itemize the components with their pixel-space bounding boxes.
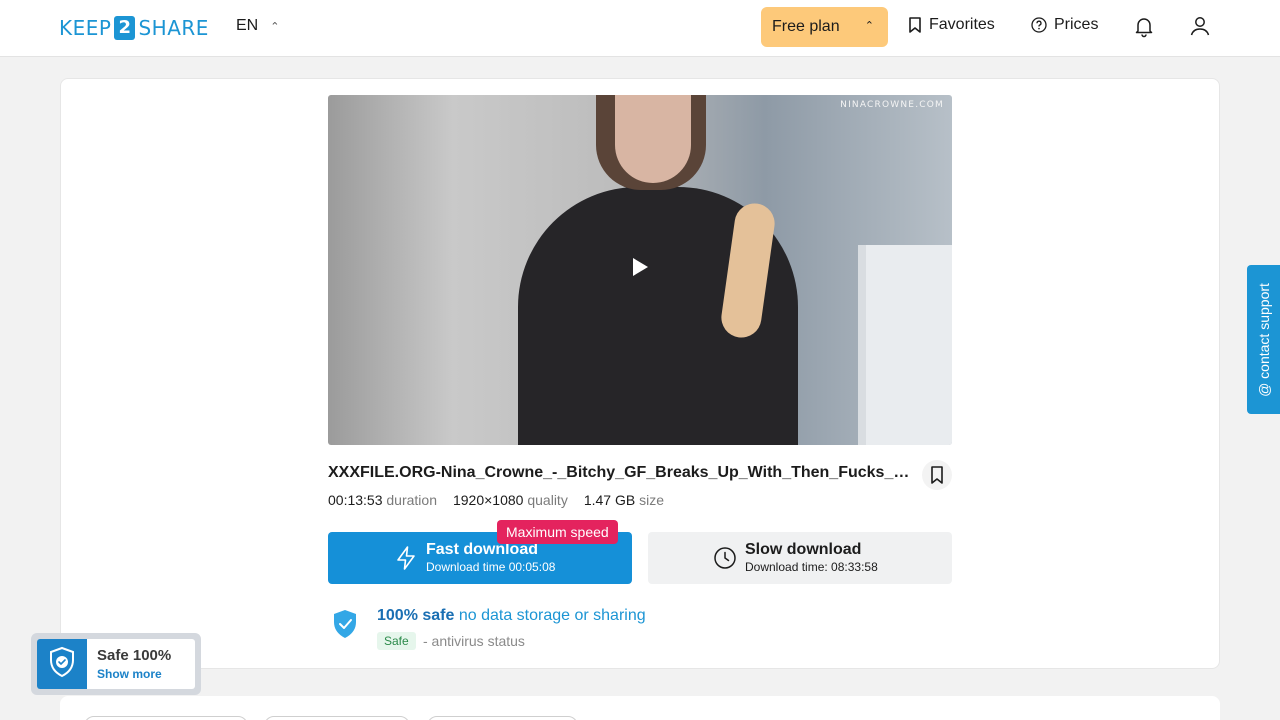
favorites-link[interactable]: Favorites <box>908 16 995 34</box>
add-to-favorites-button[interactable] <box>922 460 952 490</box>
logo-text-keep: KEEP <box>59 16 112 40</box>
contact-support-tab[interactable]: @ contact support <box>1247 265 1280 414</box>
logo-text-share: SHARE <box>138 16 209 40</box>
free-plan-button[interactable]: Free plan ⌃ <box>761 7 888 47</box>
tab-pill[interactable] <box>264 716 410 720</box>
safe-widget-icon-bg <box>37 639 87 689</box>
tab-pill[interactable] <box>84 716 248 720</box>
shield-check-icon <box>50 646 74 678</box>
chevron-up-icon: ⌃ <box>864 20 874 32</box>
user-icon[interactable] <box>1188 14 1212 38</box>
safety-rest: no data storage or sharing <box>454 607 646 624</box>
antivirus-status-badge: Safe <box>377 632 416 650</box>
play-icon[interactable] <box>633 258 648 276</box>
slow-download-button[interactable]: Slow download Download time: 08:33:58 <box>648 532 952 584</box>
safe-widget[interactable]: Safe 100% Show more <box>31 633 201 695</box>
file-meta: 00:13:53 duration 1920×1080 quality 1.47… <box>328 492 664 508</box>
slow-download-time: Download time: 08:33:58 <box>745 560 878 574</box>
safety-statement: 100% safe no data storage or sharing <box>377 607 646 625</box>
safety-strong: 100% safe <box>377 607 455 624</box>
fast-download-time: Download time 00:05:08 <box>426 560 556 574</box>
language-label: EN <box>236 17 259 34</box>
lightning-icon <box>397 546 415 570</box>
max-speed-badge: Maximum speed <box>497 520 618 544</box>
safe-widget-inner: Safe 100% Show more <box>37 639 195 689</box>
prices-label: Prices <box>1054 16 1099 33</box>
video-watermark: NINACROWNE.COM <box>840 100 944 110</box>
safe-widget-title: Safe 100% <box>97 647 172 664</box>
file-quality: 1920×1080 quality <box>452 492 568 508</box>
video-subject-face <box>615 95 691 183</box>
contact-support-label: @ contact support <box>1255 282 1272 397</box>
file-size: 1.47 GB size <box>583 492 664 508</box>
site-logo[interactable]: KEEP 2 SHARE <box>59 15 209 41</box>
file-duration: 00:13:53 duration <box>328 492 437 508</box>
language-selector[interactable]: EN ⌃ <box>236 17 279 35</box>
prices-link[interactable]: Prices <box>1031 16 1098 34</box>
antivirus-status-label: - antivirus status <box>423 633 525 649</box>
slow-download-title: Slow download <box>745 541 862 558</box>
favorites-label: Favorites <box>929 16 995 33</box>
top-header: KEEP 2 SHARE EN ⌃ Free plan ⌃ Favorites … <box>0 0 1280 57</box>
video-preview[interactable]: NINACROWNE.COM <box>328 95 952 445</box>
logo-text-2: 2 <box>114 16 136 40</box>
plan-label: Free plan <box>772 18 840 35</box>
shield-check-icon <box>334 610 356 638</box>
show-more-link[interactable]: Show more <box>97 667 162 681</box>
file-name: XXXFILE.ORG-Nina_Crowne_-_Bitchy_GF_Brea… <box>328 464 918 481</box>
bookmark-icon <box>909 17 921 33</box>
clock-icon <box>714 547 736 569</box>
video-background-door <box>858 245 952 445</box>
bell-icon[interactable] <box>1132 14 1156 38</box>
bookmark-icon <box>931 466 943 484</box>
chevron-up-icon: ⌃ <box>270 20 280 33</box>
help-circle-icon <box>1031 17 1047 33</box>
tab-pill[interactable] <box>427 716 578 720</box>
